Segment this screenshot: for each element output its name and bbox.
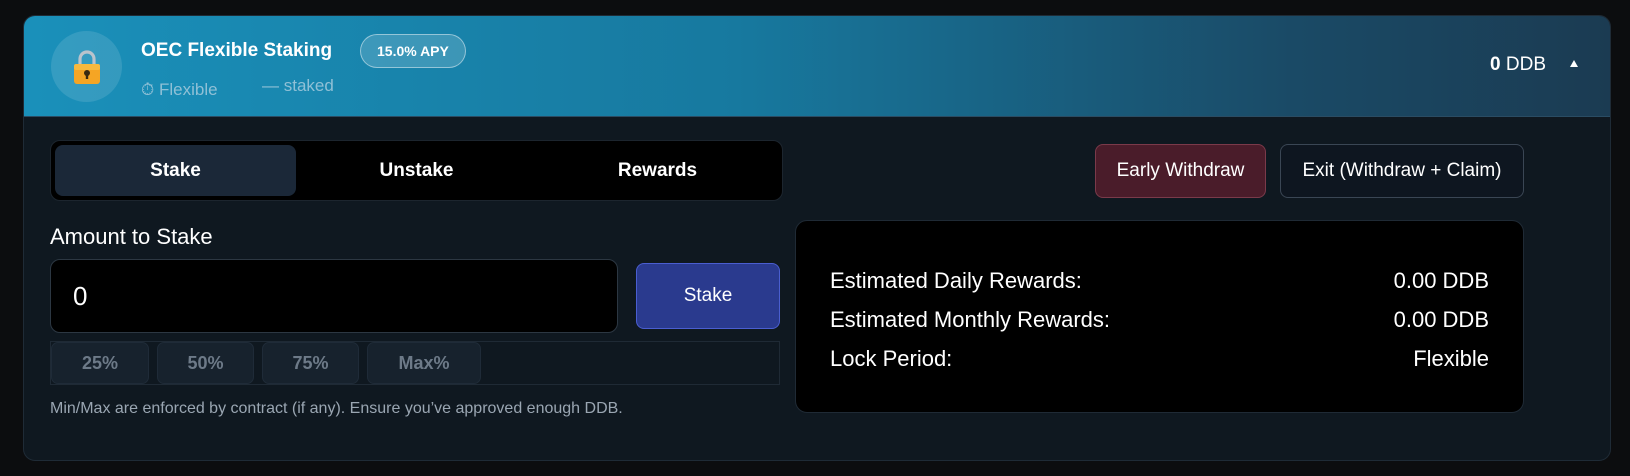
- lock-type-label: ⏱ Flexible: [141, 80, 218, 99]
- amount-input[interactable]: [50, 259, 618, 333]
- tab-stake[interactable]: Stake: [55, 145, 296, 196]
- lock-icon: [73, 49, 100, 84]
- tab-rewards[interactable]: Rewards: [537, 145, 778, 196]
- caret-up-icon[interactable]: [1570, 60, 1578, 67]
- estimate-row-daily: Estimated Daily Rewards: 0.00 DDB: [830, 268, 1489, 294]
- amount-label: Amount to Stake: [50, 224, 213, 249]
- estimate-label: Estimated Daily Rewards:: [830, 268, 1082, 293]
- estimates-panel: Estimated Daily Rewards: 0.00 DDB Estima…: [795, 220, 1524, 413]
- staked-amount-unit: DDB: [1505, 54, 1546, 75]
- estimate-value: Flexible: [1413, 346, 1489, 371]
- estimate-value: 0.00 DDB: [1393, 268, 1489, 293]
- exit-button[interactable]: Exit (Withdraw + Claim): [1280, 144, 1524, 198]
- apy-badge: 15.0% APY: [360, 34, 466, 68]
- percent-buttons: 25% 50% 75% Max%: [50, 341, 780, 385]
- percent-max-button[interactable]: Max%: [367, 342, 481, 384]
- staking-title: OEC Flexible Staking: [141, 40, 333, 61]
- staking-card: OEC Flexible Staking 15.0% APY ⏱ Flexibl…: [23, 15, 1611, 461]
- lock-icon-circle: [51, 31, 122, 102]
- staked-label: — staked: [262, 76, 334, 95]
- estimate-label: Estimated Monthly Rewards:: [830, 307, 1110, 332]
- estimate-row-lock: Lock Period: Flexible: [830, 346, 1489, 372]
- estimate-row-monthly: Estimated Monthly Rewards: 0.00 DDB: [830, 307, 1489, 333]
- estimate-value: 0.00 DDB: [1393, 307, 1489, 332]
- percent-75-button[interactable]: 75%: [262, 342, 359, 384]
- card-header[interactable]: OEC Flexible Staking 15.0% APY ⏱ Flexibl…: [24, 16, 1610, 117]
- stake-tabs: Stake Unstake Rewards: [50, 140, 783, 201]
- staked-amount: 0 DDB: [1490, 54, 1546, 76]
- staked-amount-value: 0: [1490, 54, 1501, 75]
- early-withdraw-button[interactable]: Early Withdraw: [1095, 144, 1266, 198]
- percent-25-button[interactable]: 25%: [51, 342, 149, 384]
- percent-50-button[interactable]: 50%: [157, 342, 254, 384]
- estimate-label: Lock Period:: [830, 346, 953, 371]
- tab-unstake[interactable]: Unstake: [296, 145, 537, 196]
- stake-button[interactable]: Stake: [636, 263, 780, 329]
- contract-note: Min/Max are enforced by contract (if any…: [50, 400, 623, 417]
